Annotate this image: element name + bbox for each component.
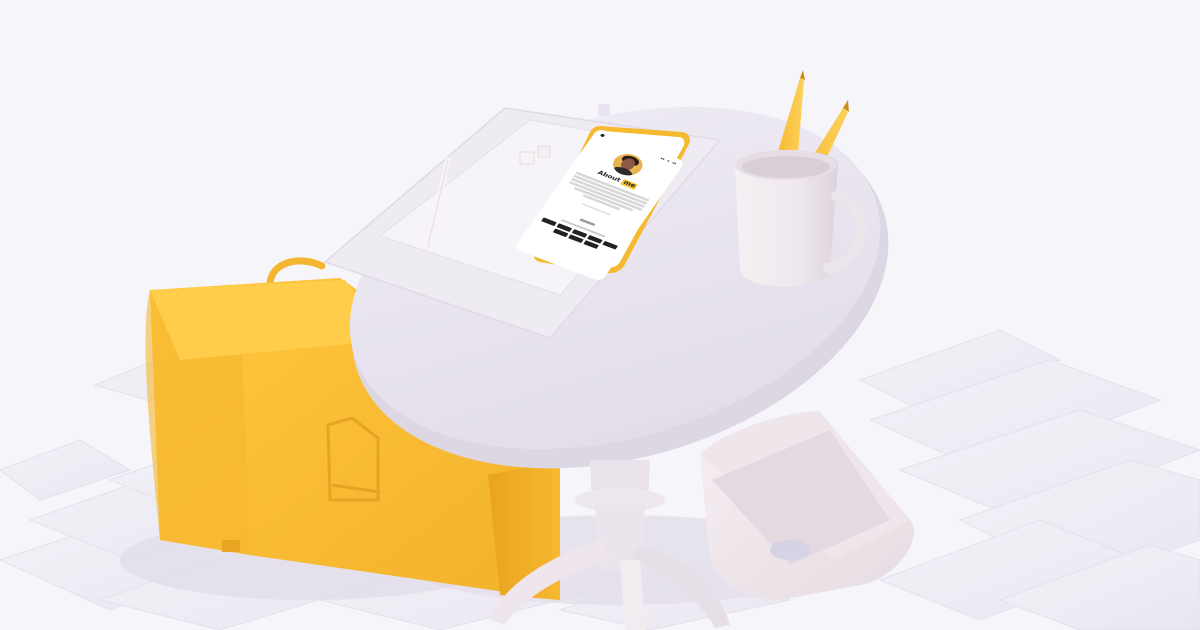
nav-link[interactable]: ▪▪ xyxy=(660,156,666,160)
scene-illustration xyxy=(0,70,1200,630)
desk-scene: ▪▪ ▪ ▪▪ About me xyxy=(0,0,1200,630)
clip-tab xyxy=(598,104,610,116)
logo-icon xyxy=(599,133,606,138)
phone-nav-links: ▪▪ ▪ ▪▪ xyxy=(660,156,678,165)
tag[interactable] xyxy=(541,217,557,227)
tag[interactable] xyxy=(602,240,618,250)
waste-bin xyxy=(700,411,914,600)
nav-link[interactable]: ▪▪ xyxy=(672,161,678,165)
nav-link[interactable]: ▪ xyxy=(667,159,671,162)
